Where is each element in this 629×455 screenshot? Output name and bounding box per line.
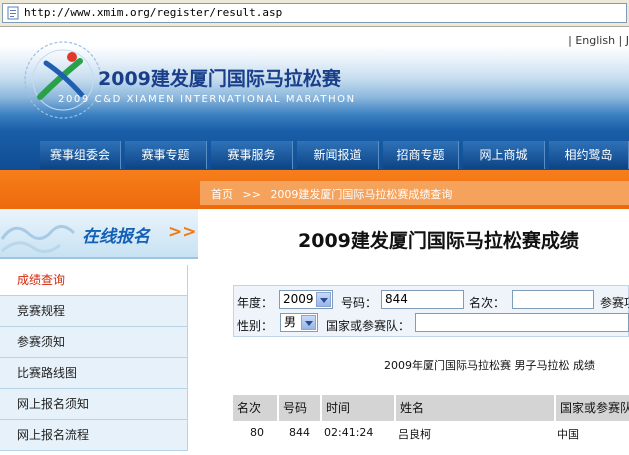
breadcrumb-separator: >> — [242, 188, 261, 201]
category-label: 参赛项 — [600, 296, 629, 310]
nav-item-news[interactable]: 新闻报道 — [297, 141, 379, 169]
site-title-english: 2009 C&D XIAMEN INTERNATIONAL MARATHON — [58, 94, 356, 105]
sidebar-item-registration-notes[interactable]: 网上报名须知 — [0, 389, 188, 420]
breadcrumb-current: 2009建发厦门国际马拉松赛成绩查询 — [270, 188, 453, 201]
language-links[interactable]: | English | J — [568, 34, 629, 47]
year-select[interactable]: 2009 — [279, 290, 333, 309]
chevron-down-icon[interactable] — [301, 315, 316, 330]
site-header: | English | J 2009建发厦门国际马拉松赛 2009 C&D XI… — [0, 27, 629, 170]
column-header-country: 国家或参赛队 — [554, 395, 629, 421]
gender-value: 男 — [284, 315, 297, 329]
sidebar-item-notes[interactable]: 参赛须知 — [0, 327, 188, 358]
column-header-time: 时间 — [320, 395, 394, 421]
main-navigation: 赛事组委会 赛事专题 赛事服务 新闻报道 招商专题 网上商城 相约鹭岛 — [0, 140, 629, 170]
cell-number: 844 — [289, 426, 310, 439]
year-value: 2009 — [283, 292, 314, 306]
column-header-name: 姓名 — [394, 395, 554, 421]
online-registration-label: 在线报名 — [82, 227, 150, 247]
nav-item-event-topics[interactable]: 赛事专题 — [125, 141, 207, 169]
column-header-rank: 名次 — [237, 401, 262, 415]
column-header-number: 号码 — [277, 395, 320, 421]
double-arrow-icon: >> — [168, 222, 197, 242]
number-label: 号码： — [341, 296, 378, 310]
cell-rank: 80 — [250, 426, 264, 439]
breadcrumb-text: 首页 >> 2009建发厦门国际马拉松赛成绩查询 — [211, 186, 452, 202]
results-table-header: 名次 号码 时间 姓名 国家或参赛队 — [233, 395, 629, 421]
country-input[interactable] — [415, 313, 629, 332]
result-caption: 2009年厦门国际马拉松赛 男子马拉松 成绩 — [384, 359, 595, 372]
sidebar-menu: 成绩查询 竞赛规程 参赛须知 比赛路线图 网上报名须知 网上报名流程 — [0, 265, 188, 451]
year-label: 年度： — [237, 296, 274, 310]
breadcrumb-home[interactable]: 首页 — [211, 188, 233, 201]
cell-country: 中国 — [557, 428, 579, 441]
url-field[interactable]: http://www.xmim.org/register/result.asp — [2, 3, 627, 23]
sidebar-item-registration-process[interactable]: 网上报名流程 — [0, 420, 188, 451]
address-bar: http://www.xmim.org/register/result.asp — [0, 0, 629, 27]
marathon-logo-icon — [24, 41, 102, 119]
nav-item-online-store[interactable]: 网上商城 — [463, 141, 545, 169]
nav-item-sponsorship[interactable]: 招商专题 — [383, 141, 459, 169]
rank-input[interactable] — [512, 290, 594, 309]
nav-item-meet-in-xiamen[interactable]: 相约鹭岛 — [549, 141, 629, 169]
cell-time: 02:41:24 — [324, 426, 374, 439]
online-registration-banner: 在线报名 >> — [0, 209, 198, 259]
nav-item-organizing-committee[interactable]: 赛事组委会 — [40, 141, 121, 169]
sidebar-item-results[interactable]: 成绩查询 — [0, 265, 188, 296]
gender-label: 性别： — [237, 319, 274, 333]
number-input[interactable]: 844 — [381, 290, 464, 309]
cloud-pattern-icon — [0, 225, 76, 253]
page-icon — [7, 6, 19, 20]
url-text: http://www.xmim.org/register/result.asp — [24, 6, 283, 19]
page-title: 2009建发厦门国际马拉松赛成绩 — [298, 230, 579, 252]
site-title: 2009建发厦门国际马拉松赛 — [98, 68, 341, 90]
cell-name: 吕良柯 — [398, 428, 431, 441]
sidebar-item-rules[interactable]: 竞赛规程 — [0, 296, 188, 327]
gender-select[interactable]: 男 — [280, 313, 318, 332]
nav-item-event-services[interactable]: 赛事服务 — [211, 141, 293, 169]
country-label: 国家或参赛队： — [326, 319, 411, 333]
chevron-down-icon[interactable] — [316, 292, 331, 307]
rank-label: 名次： — [469, 296, 506, 310]
sidebar-item-route-map[interactable]: 比赛路线图 — [0, 358, 188, 389]
